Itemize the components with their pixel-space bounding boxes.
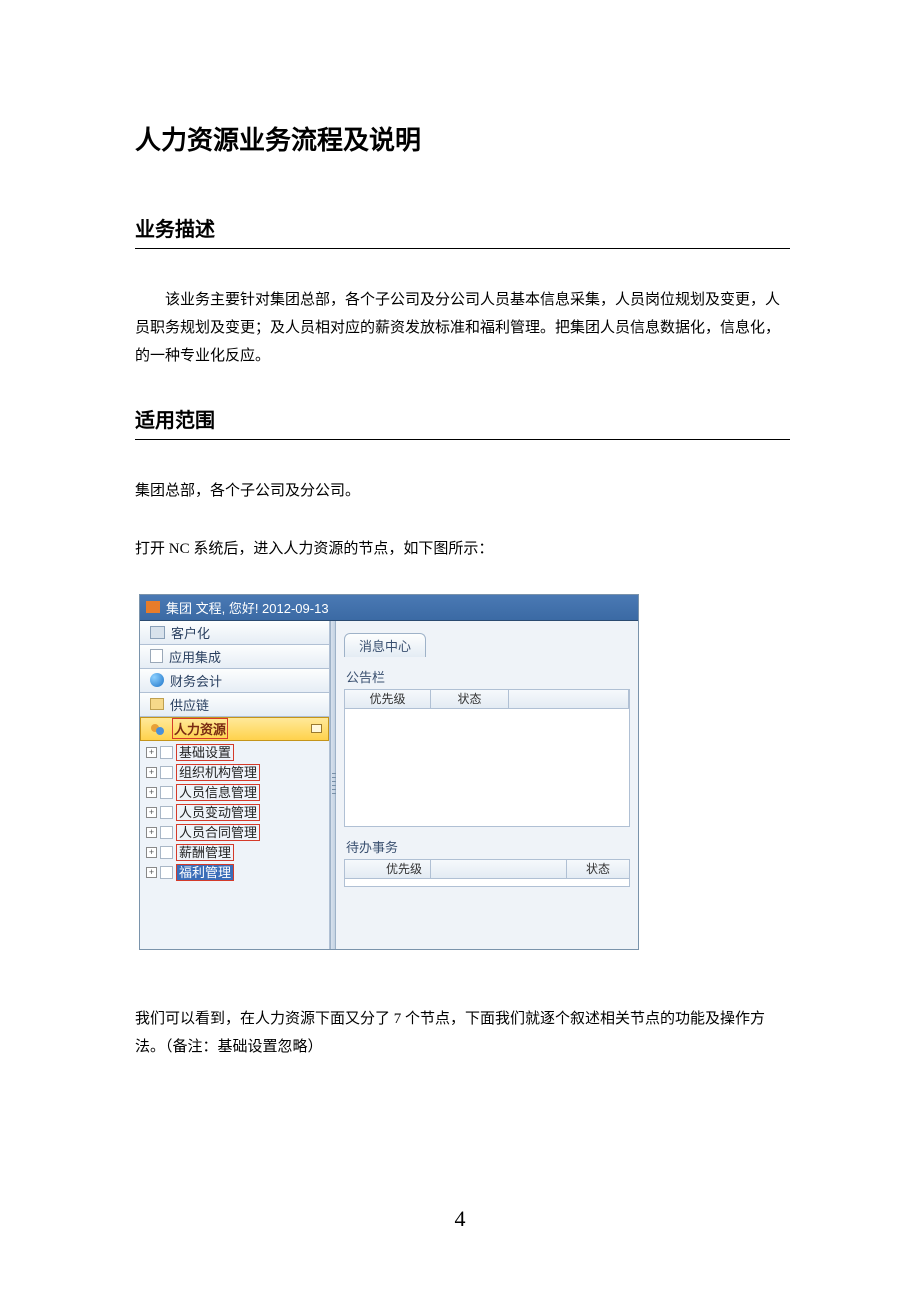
tree-label: 组织机构管理 [176, 764, 260, 781]
tree-node[interactable]: + 人员信息管理 [146, 783, 329, 803]
sidebar: 客户化 应用集成 财务会计 供应链 人力资源 [140, 621, 330, 949]
nav-label: 应用集成 [169, 647, 221, 666]
page-icon [160, 786, 173, 799]
panel-title-todo: 待办事务 [346, 837, 638, 856]
col-status: 状态 [431, 690, 509, 708]
page-icon [160, 846, 173, 859]
tree-label: 薪酬管理 [176, 844, 234, 861]
expand-icon[interactable]: + [146, 787, 157, 798]
col-status: 状态 [567, 860, 629, 878]
tree-label: 人员变动管理 [176, 804, 260, 821]
section-heading-business: 业务描述 [135, 213, 790, 249]
nav-item-customize[interactable]: 客户化 [140, 621, 329, 645]
col-empty [431, 860, 567, 878]
expand-icon[interactable]: + [146, 827, 157, 838]
panel-title-bulletin: 公告栏 [346, 667, 638, 686]
page-icon [160, 826, 173, 839]
expand-icon[interactable]: + [146, 807, 157, 818]
empty-area [344, 879, 630, 887]
paragraph: 集团总部，各个子公司及分公司。 [135, 478, 790, 506]
paragraph: 我们可以看到，在人力资源下面又分了 7 个节点，下面我们就逐个叙述相关节点的功能… [135, 1006, 790, 1062]
tree-node[interactable]: + 人员变动管理 [146, 803, 329, 823]
tree-node[interactable]: + 福利管理 [146, 863, 329, 883]
nav-item-hr[interactable]: 人力资源 [140, 717, 329, 741]
folder-icon [150, 698, 164, 710]
nav-item-integration[interactable]: 应用集成 [140, 645, 329, 669]
nav-item-supplychain[interactable]: 供应链 [140, 693, 329, 717]
paragraph: 该业务主要针对集团总部，各个子公司及分公司人员基本信息采集，人员岗位规划及变更，… [135, 287, 790, 370]
paragraph: 打开 NC 系统后，进入人力资源的节点，如下图所示： [135, 536, 790, 564]
nav-label: 财务会计 [170, 671, 222, 690]
tab-message-center[interactable]: 消息中心 [344, 633, 426, 657]
page-icon [160, 866, 173, 879]
table-header: 优先级 状态 [344, 859, 630, 879]
content-area: 消息中心 公告栏 优先级 状态 待办事务 优先级 状态 [336, 621, 638, 949]
nav-label: 供应链 [170, 695, 209, 714]
collapse-icon[interactable] [311, 724, 322, 733]
tree-node[interactable]: + 人员合同管理 [146, 823, 329, 843]
grid-icon [150, 626, 165, 639]
app-screenshot: 集团 文程, 您好! 2012-09-13 客户化 应用集成 财务会计 [139, 594, 639, 950]
page-icon [160, 746, 173, 759]
window-title-bar: 集团 文程, 您好! 2012-09-13 [140, 595, 638, 621]
page-icon [160, 806, 173, 819]
nav-label: 客户化 [171, 623, 210, 642]
window-body: 客户化 应用集成 财务会计 供应链 人力资源 [140, 621, 638, 949]
empty-area [344, 709, 630, 827]
grip-icon [332, 773, 336, 797]
tree-label: 人员信息管理 [176, 784, 260, 801]
col-priority: 优先级 [345, 860, 431, 878]
table-header: 优先级 状态 [344, 689, 630, 709]
expand-icon[interactable]: + [146, 747, 157, 758]
tree-node[interactable]: + 薪酬管理 [146, 843, 329, 863]
page-icon [160, 766, 173, 779]
tree-node[interactable]: + 基础设置 [146, 743, 329, 763]
tree-node[interactable]: + 组织机构管理 [146, 763, 329, 783]
app-icon [146, 601, 160, 613]
person-icon [150, 673, 164, 687]
window-title-text: 集团 文程, 您好! 2012-09-13 [166, 598, 329, 617]
col-priority: 优先级 [345, 690, 431, 708]
document-title: 人力资源业务流程及说明 [135, 120, 790, 157]
people-icon [151, 722, 166, 736]
col-empty [509, 690, 629, 708]
document-icon [150, 649, 163, 663]
nav-item-finance[interactable]: 财务会计 [140, 669, 329, 693]
tree-label: 福利管理 [176, 864, 234, 881]
hr-tree: + 基础设置 + 组织机构管理 + 人员信息管理 + 人员变动管理 + 人员合同管理 + 薪… [140, 741, 329, 883]
page-number: 4 [0, 1206, 920, 1232]
nav-label: 人力资源 [172, 718, 228, 739]
expand-icon[interactable]: + [146, 767, 157, 778]
tree-label: 基础设置 [176, 744, 234, 761]
splitter[interactable] [330, 621, 336, 949]
tree-label: 人员合同管理 [176, 824, 260, 841]
expand-icon[interactable]: + [146, 867, 157, 878]
section-heading-scope: 适用范围 [135, 404, 790, 440]
expand-icon[interactable]: + [146, 847, 157, 858]
